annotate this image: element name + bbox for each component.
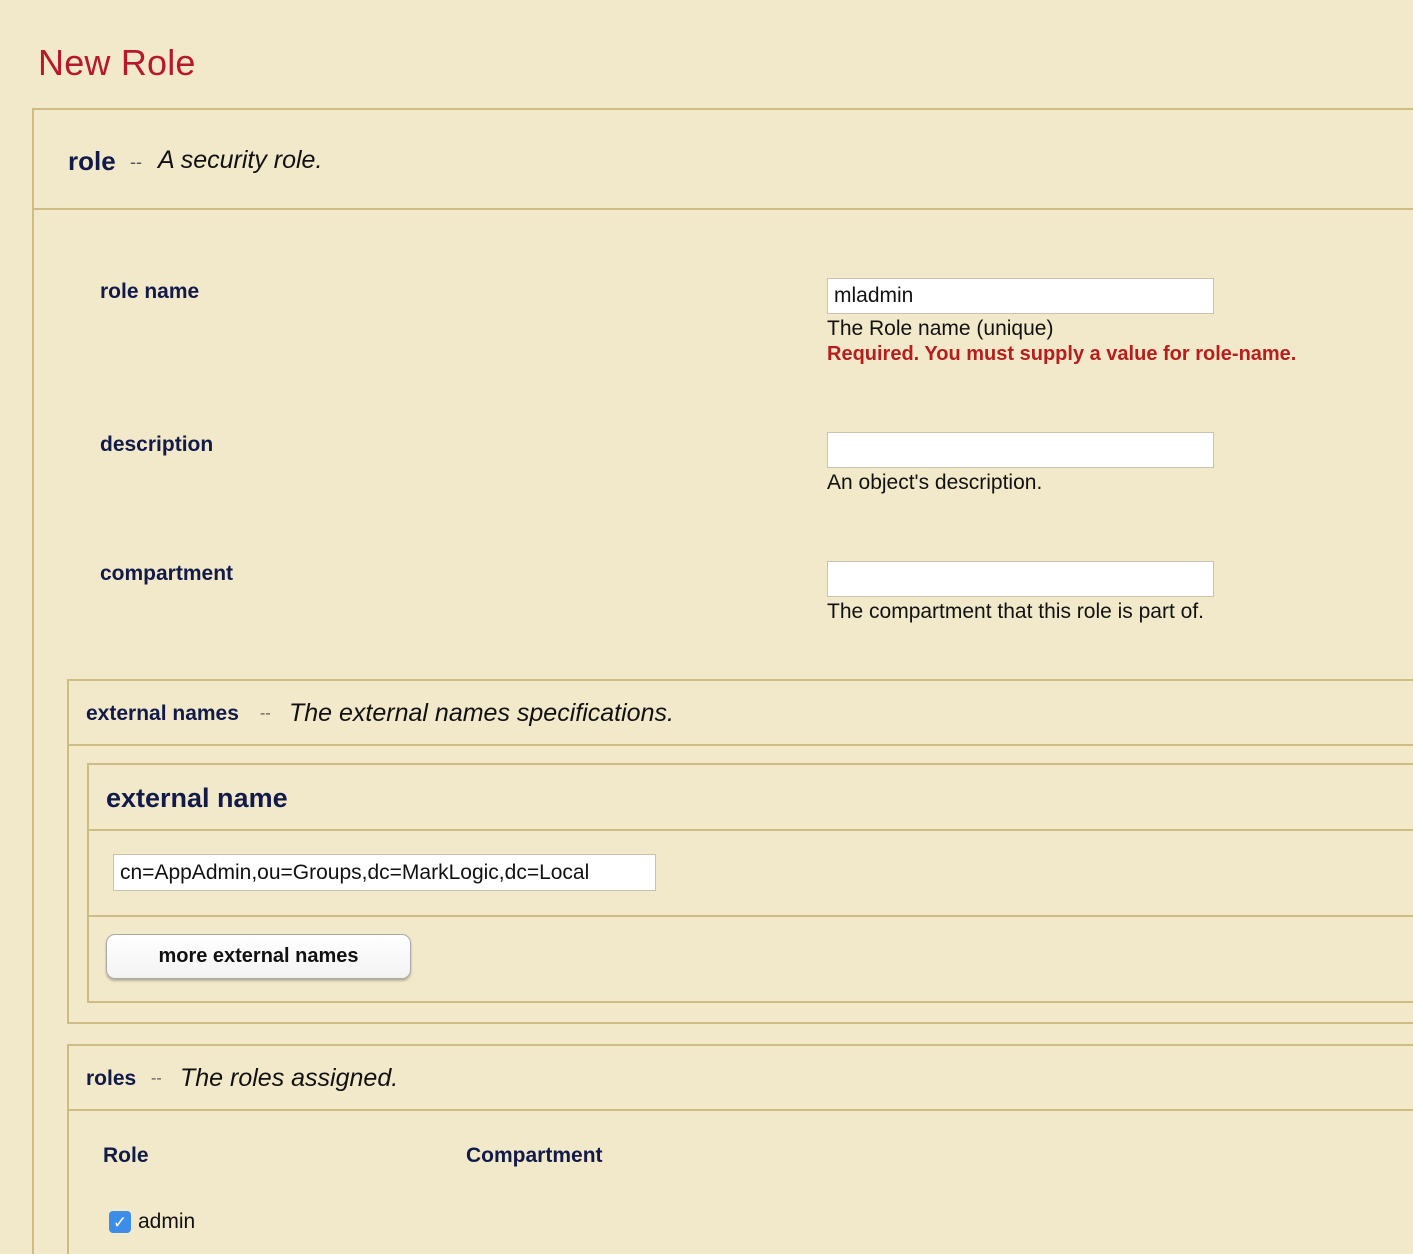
divider bbox=[89, 829, 1413, 831]
compartment-help: The compartment that this role is part o… bbox=[827, 600, 1204, 623]
divider bbox=[89, 915, 1413, 917]
description-input[interactable] bbox=[827, 432, 1214, 468]
roles-description: The roles assigned. bbox=[180, 1064, 399, 1092]
roles-name: roles bbox=[86, 1067, 137, 1090]
compartment-column-header: Compartment bbox=[466, 1144, 603, 1167]
external-names-name: external names bbox=[86, 702, 239, 725]
roles-separator: -- bbox=[151, 1070, 162, 1087]
compartment-input[interactable] bbox=[827, 561, 1214, 597]
section-separator: -- bbox=[130, 152, 142, 172]
role-section-header: role -- A security role. bbox=[34, 110, 1413, 210]
roles-header: roles -- The roles assigned. bbox=[69, 1046, 1413, 1111]
role-column-header: Role bbox=[103, 1144, 149, 1167]
admin-role-checkbox[interactable]: ✓ bbox=[109, 1211, 131, 1233]
section-name: role bbox=[68, 146, 116, 176]
external-names-separator: -- bbox=[260, 705, 271, 722]
role-label: admin bbox=[138, 1210, 196, 1233]
role-name-help: The Role name (unique) bbox=[827, 317, 1054, 340]
more-external-names-button[interactable]: more external names bbox=[106, 934, 411, 979]
roles-section: roles -- The roles assigned. Role Compar… bbox=[67, 1044, 1413, 1254]
page-title: New Role bbox=[38, 42, 196, 83]
role-name-label: role name bbox=[100, 280, 200, 303]
external-name-input[interactable] bbox=[113, 854, 656, 891]
section-description: A security role. bbox=[158, 146, 323, 174]
external-name-title: external name bbox=[106, 783, 288, 813]
external-names-description: The external names specifications. bbox=[289, 699, 674, 727]
checkmark-icon: ✓ bbox=[112, 1212, 128, 1232]
role-name-error: Required. You must supply a value for ro… bbox=[827, 343, 1297, 365]
compartment-label: compartment bbox=[100, 562, 234, 585]
new-role-page: New Role role -- A security role. role n… bbox=[0, 0, 1413, 1254]
description-help: An object's description. bbox=[827, 471, 1043, 494]
role-name-input[interactable] bbox=[827, 278, 1214, 314]
external-names-header: external names -- The external names spe… bbox=[69, 681, 1413, 746]
external-name-item: external name more external names bbox=[87, 763, 1413, 1003]
external-names-section: external names -- The external names spe… bbox=[67, 679, 1413, 1024]
role-section: role -- A security role. role name The R… bbox=[32, 108, 1413, 1254]
description-label: description bbox=[100, 433, 214, 456]
role-row: ✓ admin bbox=[109, 1210, 195, 1234]
